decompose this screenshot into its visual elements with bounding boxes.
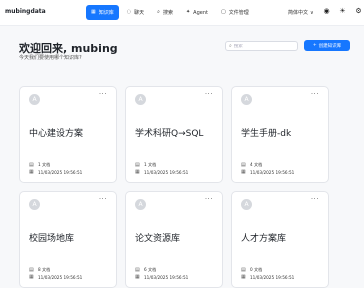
nav-item-label: 搜索 xyxy=(162,10,173,16)
search-box[interactable]: ⌕ xyxy=(225,41,298,51)
date-text: 11/03/2025 19:56:51 xyxy=(38,169,83,175)
nav-item-knowledge-base[interactable]: ▦ 知识库 xyxy=(86,5,119,20)
nav-item-chat[interactable]: ◌ 聊天 xyxy=(122,5,149,20)
nav-item-agent[interactable]: ✦ Agent xyxy=(181,5,213,20)
top-bar: mubingdata ▦ 知识库 ◌ 聊天 ⌕ 搜索 ✦ Agent ▢ 文件管… xyxy=(0,0,364,26)
search-input[interactable] xyxy=(233,43,294,49)
more-options-icon[interactable]: ··· xyxy=(205,90,213,98)
nav-item-label: Agent xyxy=(193,9,208,16)
document-icon: ▤ xyxy=(135,162,140,168)
nav-item-file-management[interactable]: ▢ 文件管理 xyxy=(216,5,254,20)
search-icon: ⌕ xyxy=(229,43,232,49)
document-icon: ▤ xyxy=(241,267,246,273)
card-doc-count: ▤ 1 文档 xyxy=(29,162,50,168)
theme-toggle-icon[interactable]: ☀ xyxy=(338,7,347,16)
knowledge-base-grid: A ··· 中心建设方案 ▤ 1 文档 ▦ 11/03/2025 19:56:5… xyxy=(19,86,337,288)
nav-item-label: 知识库 xyxy=(98,10,114,16)
header-actions: ◉ ☀ ⚙ xyxy=(322,7,363,16)
card-date: ▦ 11/03/2025 19:56:51 xyxy=(241,274,294,280)
create-knowledge-base-button[interactable]: + 创建知识库 xyxy=(304,40,350,51)
knowledge-base-card[interactable]: A ··· 学术科研Q→SQL ▤ 1 文档 ▦ 11/03/2025 19:5… xyxy=(125,86,223,183)
avatar: A xyxy=(135,199,146,210)
calendar-icon: ▦ xyxy=(29,274,34,280)
more-options-icon[interactable]: ··· xyxy=(205,195,213,203)
more-options-icon[interactable]: ··· xyxy=(99,195,107,203)
document-icon: ▤ xyxy=(29,267,34,273)
card-date: ▦ 11/03/2025 19:56:51 xyxy=(135,169,188,175)
doc-count-text: 1 文档 xyxy=(38,162,51,167)
card-date: ▦ 11/03/2025 19:56:51 xyxy=(29,169,82,175)
card-title: 学生手册-dk xyxy=(241,129,292,139)
avatar: A xyxy=(29,94,40,105)
doc-count-text: 4 文档 xyxy=(250,162,263,167)
avatar: A xyxy=(241,199,252,210)
file-icon: ▢ xyxy=(220,9,226,15)
card-title: 校园场地库 xyxy=(29,234,75,244)
calendar-icon: ▦ xyxy=(29,169,34,175)
grid-icon: ▦ xyxy=(91,9,96,15)
knowledge-base-card[interactable]: A ··· 论文资源库 ▤ 6 文档 ▦ 11/03/2025 19:56:51 xyxy=(125,191,223,288)
calendar-icon: ▦ xyxy=(135,274,140,280)
calendar-icon: ▦ xyxy=(241,274,246,280)
knowledge-base-card[interactable]: A ··· 学生手册-dk ▤ 4 文档 ▦ 11/03/2025 19:56:… xyxy=(231,86,329,183)
doc-count-text: 1 文档 xyxy=(144,162,157,167)
card-doc-count: ▤ 4 文档 xyxy=(241,162,262,168)
date-text: 11/03/2025 19:56:51 xyxy=(250,274,295,280)
date-text: 11/03/2025 19:56:51 xyxy=(38,274,83,280)
date-text: 11/03/2025 19:56:51 xyxy=(250,169,295,175)
doc-count-text: 8 文档 xyxy=(38,267,51,272)
card-doc-count: ▤ 6 文档 xyxy=(135,267,156,273)
page-subtitle: 今天我们要使用哪个知识库? xyxy=(19,55,82,61)
card-title: 论文资源库 xyxy=(135,234,181,244)
avatar: A xyxy=(241,94,252,105)
nav-item-label: 文件管理 xyxy=(228,10,249,16)
more-options-icon[interactable]: ··· xyxy=(99,90,107,98)
settings-icon[interactable]: ⚙ xyxy=(354,7,363,16)
document-icon: ▤ xyxy=(29,162,34,168)
language-label: 简体中文 xyxy=(288,10,309,16)
app-brand[interactable]: mubingdata xyxy=(5,8,46,15)
date-text: 11/03/2025 19:56:51 xyxy=(144,274,189,280)
calendar-icon: ▦ xyxy=(241,169,246,175)
card-date: ▦ 11/03/2025 19:56:51 xyxy=(135,274,188,280)
doc-count-text: 0 文档 xyxy=(250,267,263,272)
document-icon: ▤ xyxy=(135,267,140,273)
card-title: 中心建设方案 xyxy=(29,129,84,139)
language-select[interactable]: 简体中文 ∨ xyxy=(288,9,314,17)
more-options-icon[interactable]: ··· xyxy=(311,90,319,98)
card-title: 学术科研Q→SQL xyxy=(135,129,204,139)
agent-icon: ✦ xyxy=(185,9,191,15)
nav-item-search[interactable]: ⌕ 搜索 xyxy=(152,5,178,20)
doc-count-text: 6 文档 xyxy=(144,267,157,272)
knowledge-base-card[interactable]: A ··· 中心建设方案 ▤ 1 文档 ▦ 11/03/2025 19:56:5… xyxy=(19,86,117,183)
document-icon: ▤ xyxy=(241,162,246,168)
chat-icon: ◌ xyxy=(126,9,132,15)
card-date: ▦ 11/03/2025 19:56:51 xyxy=(29,274,82,280)
more-options-icon[interactable]: ··· xyxy=(311,195,319,203)
card-date: ▦ 11/03/2025 19:56:51 xyxy=(241,169,294,175)
avatar: A xyxy=(29,199,40,210)
avatar: A xyxy=(135,94,146,105)
search-icon: ⌕ xyxy=(157,9,160,15)
calendar-icon: ▦ xyxy=(135,169,140,175)
card-doc-count: ▤ 0 文档 xyxy=(241,267,262,273)
plus-icon: + xyxy=(312,43,317,48)
main-nav: ▦ 知识库 ◌ 聊天 ⌕ 搜索 ✦ Agent ▢ 文件管理 xyxy=(86,5,254,20)
knowledge-base-card[interactable]: A ··· 校园场地库 ▤ 8 文档 ▦ 11/03/2025 19:56:51 xyxy=(19,191,117,288)
date-text: 11/03/2025 19:56:51 xyxy=(144,169,189,175)
nav-item-label: 聊天 xyxy=(134,10,145,16)
create-button-label: 创建知识库 xyxy=(318,43,342,49)
knowledge-base-card[interactable]: A ··· 人才方案库 ▤ 0 文档 ▦ 11/03/2025 19:56:51 xyxy=(231,191,329,288)
github-icon[interactable]: ◉ xyxy=(322,7,331,16)
card-title: 人才方案库 xyxy=(241,234,287,244)
chevron-down-icon: ∨ xyxy=(310,9,314,16)
card-doc-count: ▤ 1 文档 xyxy=(135,162,156,168)
card-doc-count: ▤ 8 文档 xyxy=(29,267,50,273)
